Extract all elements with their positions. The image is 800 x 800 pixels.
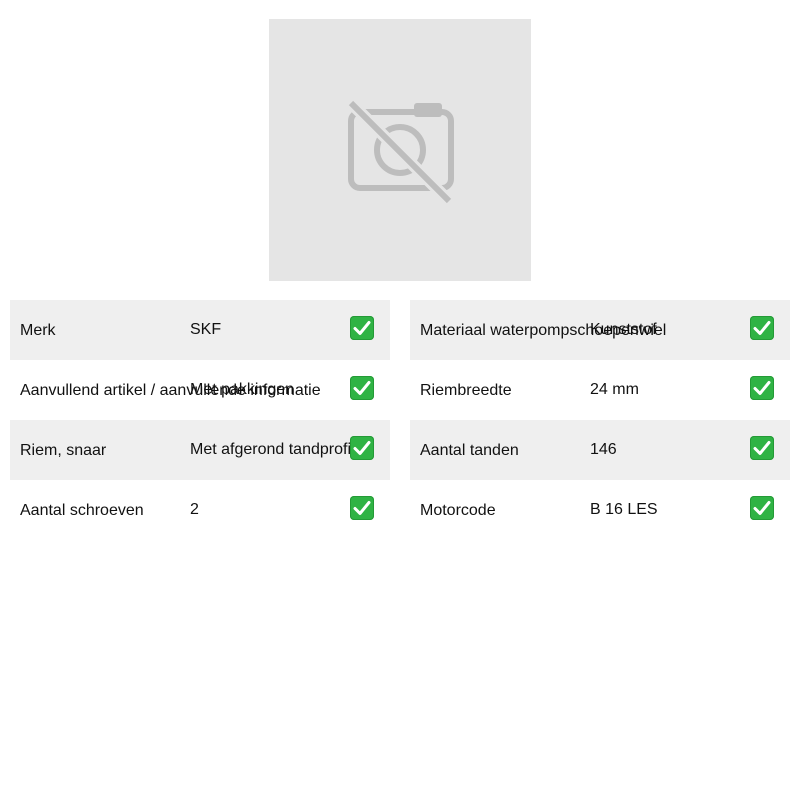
spec-label: Aantal schroeven bbox=[20, 502, 144, 519]
spec-label: Motorcode bbox=[420, 502, 496, 519]
spec-row: Aanvullend artikel / aanvullende informa… bbox=[10, 360, 390, 420]
check-mark-icon bbox=[750, 376, 774, 400]
check-mark-icon bbox=[350, 496, 374, 520]
camera-off-icon bbox=[346, 98, 454, 206]
check-mark-icon bbox=[750, 316, 774, 340]
spec-label: Aantal tanden bbox=[420, 442, 519, 459]
spec-value: Met afgerond tandprofiel bbox=[190, 441, 364, 458]
spec-value: Met pakkingen bbox=[190, 381, 295, 398]
spec-value: SKF bbox=[190, 321, 222, 338]
spec-value: 2 bbox=[190, 501, 199, 518]
check-mark-icon bbox=[750, 496, 774, 520]
spec-value: Kunststof bbox=[590, 321, 657, 338]
spec-value: B 16 LES bbox=[590, 501, 658, 518]
spec-label: Riem, snaar bbox=[20, 442, 107, 459]
spec-row: Aantal tanden 146 bbox=[410, 420, 790, 480]
spec-label: Riembreedte bbox=[420, 382, 512, 399]
spec-row: Motorcode B 16 LES bbox=[410, 480, 790, 540]
spec-row: Riem, snaar Met afgerond tandprofiel bbox=[10, 420, 390, 480]
check-mark-icon bbox=[350, 436, 374, 460]
check-mark-icon bbox=[350, 316, 374, 340]
spec-table-right: Materiaal waterpompschoepenwiel Kunststo… bbox=[410, 300, 790, 540]
check-mark-icon bbox=[750, 436, 774, 460]
spec-value: 146 bbox=[590, 441, 617, 458]
product-image-placeholder bbox=[269, 19, 531, 281]
spec-row: Materiaal waterpompschoepenwiel Kunststo… bbox=[410, 300, 790, 360]
check-mark-icon bbox=[350, 376, 374, 400]
spec-row: Aantal schroeven 2 bbox=[10, 480, 390, 540]
spec-label: Merk bbox=[20, 322, 56, 339]
spec-row: Riembreedte 24 mm bbox=[410, 360, 790, 420]
spec-value: 24 mm bbox=[590, 381, 639, 398]
spec-row: Merk SKF bbox=[10, 300, 390, 360]
spec-table-left: Merk SKF Aanvullend artikel / aanvullend… bbox=[10, 300, 390, 540]
